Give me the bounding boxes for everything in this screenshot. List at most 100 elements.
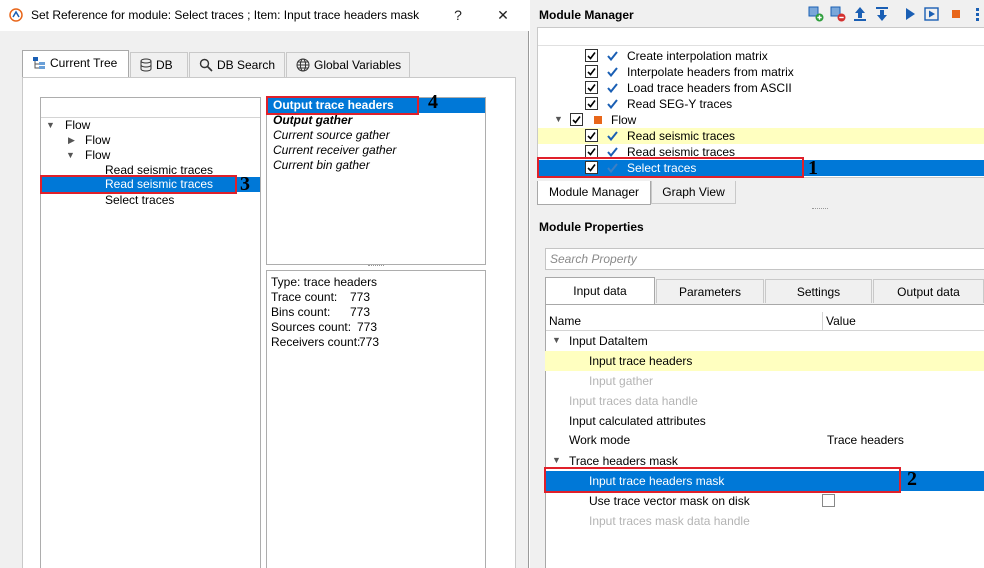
splitter-handle[interactable] [812, 208, 828, 211]
search-property-input[interactable]: Search Property [545, 248, 984, 270]
tab-current-tree-label: Current Tree [50, 56, 118, 70]
prop-row-use-trace-vector-mask[interactable]: Use trace vector mask on disk [545, 491, 984, 511]
prop-row-input-traces-mask-data-handle[interactable]: Input traces mask data handle [545, 511, 984, 531]
app-logo-icon [9, 8, 23, 22]
prop-row-input-calculated-attributes[interactable]: Input calculated attributes [545, 411, 984, 431]
module-checkbox[interactable] [585, 97, 598, 110]
module-check-icon [607, 83, 618, 93]
tab-input-data[interactable]: Input data [545, 277, 655, 304]
item-current-source-gather[interactable]: Current source gather [273, 128, 390, 143]
module-check-icon [607, 131, 618, 141]
item-label: Current source gather [273, 128, 390, 142]
info-label: Trace count: [271, 290, 338, 304]
tab-graph-view[interactable]: Graph View [651, 181, 736, 204]
callout-number-3: 3 [240, 173, 250, 195]
prop-name: Input traces data handle [569, 394, 698, 408]
tab-settings[interactable]: Settings [765, 279, 872, 303]
info-value: 773 [350, 290, 371, 304]
expand-arrow-icon[interactable]: ▼ [552, 333, 561, 348]
module-row-read-seismic-traces-1[interactable]: Read seismic traces [538, 128, 984, 144]
module-checkbox[interactable] [570, 113, 583, 126]
column-header-name[interactable]: Name [546, 312, 822, 331]
prop-row-input-traces-data-handle[interactable]: Input traces data handle [545, 391, 984, 411]
tab-db-search-label: DB Search [217, 58, 276, 72]
item-current-receiver-gather[interactable]: Current receiver gather [273, 143, 396, 158]
prop-name: Input DataItem [569, 334, 648, 348]
prop-name: Input calculated attributes [569, 414, 706, 428]
info-type: Type: trace headers [271, 275, 378, 289]
expand-arrow-icon[interactable]: ▼ [66, 148, 75, 163]
run-icon[interactable] [902, 6, 918, 22]
item-label: Output gather [273, 113, 353, 127]
module-checkbox[interactable] [585, 81, 598, 94]
item-output-gather[interactable]: Output gather [273, 113, 352, 128]
module-checkbox[interactable] [585, 49, 598, 62]
splitter-handle[interactable] [368, 265, 384, 268]
module-label: Create interpolation matrix [627, 49, 768, 63]
module-check-icon [607, 67, 618, 77]
search-placeholder: Search Property [550, 252, 637, 266]
callout-number-2: 2 [907, 468, 917, 490]
callout-number-4: 4 [428, 91, 438, 113]
info-receivers-count: Receivers count: 773 [271, 335, 379, 350]
tab-global-variables[interactable]: Global Variables [286, 52, 410, 77]
module-checkbox[interactable] [585, 65, 598, 78]
more-icon[interactable] [970, 6, 984, 22]
tree-node-label: Flow [85, 148, 111, 162]
tree-node-label: Flow [85, 133, 111, 147]
expand-arrow-icon[interactable]: ▼ [46, 118, 55, 133]
stop-icon[interactable] [948, 6, 964, 22]
module-check-icon [607, 147, 618, 157]
item-label: Current receiver gather [273, 143, 397, 157]
prop-name: Input trace headers [589, 354, 693, 368]
prop-name: Input traces mask data handle [589, 514, 750, 528]
tab-db-label: DB [156, 58, 173, 72]
prop-row-input-gather[interactable]: Input gather [545, 371, 984, 391]
info-label: Sources count: [271, 320, 352, 334]
prop-name: Work mode [569, 433, 631, 447]
prop-row-work-mode[interactable]: Work mode Trace headers [545, 430, 984, 450]
module-checkbox[interactable] [585, 129, 598, 142]
run-step-icon[interactable] [924, 6, 940, 22]
move-up-icon[interactable] [852, 6, 868, 22]
expand-arrow-icon[interactable]: ▼ [554, 112, 563, 127]
globe-icon [296, 58, 310, 72]
tree-header [41, 98, 260, 118]
module-tree-header [538, 28, 984, 46]
use-mask-checkbox[interactable] [822, 494, 835, 507]
tab-current-tree[interactable]: Current Tree [22, 50, 129, 77]
collapse-arrow-icon[interactable]: ▶ [68, 133, 75, 148]
tab-db[interactable]: DB [130, 52, 188, 77]
info-value: 773 [357, 320, 378, 334]
prop-value[interactable]: Trace headers [827, 430, 904, 450]
prop-row-input-trace-headers[interactable]: Input trace headers [545, 351, 984, 371]
module-label: Load trace headers from ASCII [627, 81, 792, 95]
tab-parameters[interactable]: Parameters [656, 279, 764, 303]
module-manager-title: Module Manager [539, 8, 634, 22]
search-icon [199, 58, 213, 72]
info-bins-count: Bins count: 773 [271, 305, 370, 320]
callout-box-2 [544, 467, 901, 493]
close-button[interactable]: ✕ [488, 4, 518, 26]
tree-node-select-traces[interactable]: Select traces [105, 193, 174, 208]
item-current-bin-gather[interactable]: Current bin gather [273, 158, 370, 173]
info-value: 773 [350, 305, 371, 319]
tab-output-data[interactable]: Output data [873, 279, 984, 303]
callout-number-1: 1 [808, 157, 818, 179]
move-down-icon[interactable] [874, 6, 890, 22]
callout-box-3 [40, 175, 237, 194]
column-header-value[interactable]: Value [822, 312, 984, 331]
module-label: Read SEG-Y traces [627, 97, 733, 111]
expand-arrow-icon[interactable]: ▼ [552, 453, 561, 468]
add-module-icon[interactable] [808, 6, 824, 22]
item-label: Current bin gather [273, 158, 370, 172]
tab-db-search[interactable]: DB Search [189, 52, 285, 77]
remove-module-icon[interactable] [830, 6, 846, 22]
prop-name: Input gather [589, 374, 654, 388]
prop-row-input-dataitem[interactable]: ▼ Input DataItem [545, 331, 984, 351]
callout-box-4 [266, 96, 419, 115]
info-sources-count: Sources count: 773 [271, 320, 377, 335]
tab-module-manager[interactable]: Module Manager [537, 181, 651, 205]
tree-node-label: Flow [65, 118, 91, 132]
help-button[interactable]: ? [443, 4, 473, 26]
